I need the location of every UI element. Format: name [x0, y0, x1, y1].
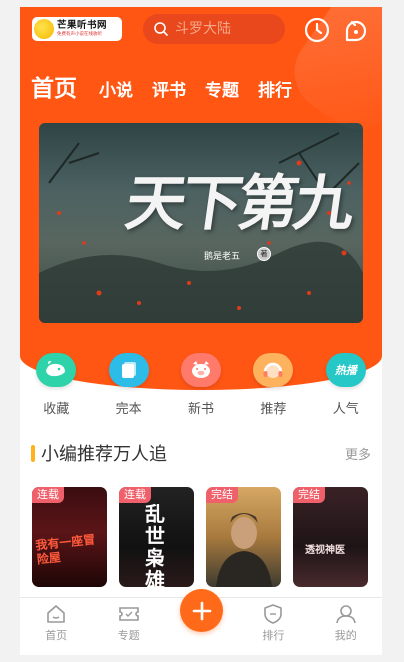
book-card[interactable]: 完结: [206, 487, 281, 587]
book-cover-title: 乱世枭雄: [145, 502, 165, 587]
banner-title: 天下第九: [121, 169, 356, 239]
category-recommended[interactable]: 推荐: [237, 353, 309, 417]
shield-icon: [264, 604, 283, 624]
book-cover-title: 透视神医: [305, 545, 345, 556]
portrait-figure: [216, 513, 272, 587]
user-icon: [335, 605, 356, 624]
add-button[interactable]: [180, 589, 223, 632]
tab-pingshu[interactable]: 评书: [152, 76, 186, 101]
plus-icon: [192, 601, 211, 620]
header-area: 芒果听书网 免费有声小说在线收听 首页 小说 评书 专题 排行: [20, 7, 382, 390]
logo-name: 芒果听书网: [57, 20, 108, 31]
app-screen: 芒果听书网 免费有声小说在线收听 首页 小说 评书 专题 排行: [20, 7, 382, 655]
category-label: 新书: [187, 402, 214, 417]
search-input[interactable]: [173, 20, 277, 38]
section-accent-bar: [31, 444, 35, 462]
logo-slogan: 免费有声小说在线收听: [57, 31, 102, 37]
tab-home[interactable]: 首页: [31, 69, 77, 103]
status-badge: 连载: [119, 487, 151, 503]
banner-author: 鹅是老五: [204, 252, 241, 262]
headphones-icon: [253, 353, 294, 387]
banner-carousel[interactable]: 天下第九 鹅是老五 著: [39, 123, 363, 323]
section-header: 小编推荐万人追 更多: [31, 441, 371, 465]
tab-novel[interactable]: 小说: [99, 76, 133, 101]
banner-stamp: 著: [257, 247, 271, 261]
nav-topics[interactable]: 专题: [92, 598, 164, 655]
nav-label: 首页: [45, 629, 68, 642]
status-badge: 完结: [293, 487, 325, 503]
nav-label: 专题: [117, 629, 140, 642]
nav-label: 排行: [262, 629, 285, 642]
mango-logo-icon: [34, 19, 54, 39]
book-list: 连载 我有一座冒险屋 连载 乱世枭雄 完结 完结 透视神医: [32, 487, 380, 587]
category-new-books[interactable]: 新书: [165, 353, 237, 417]
nav-ranking[interactable]: 排行: [237, 598, 309, 655]
category-popular[interactable]: 热播 人气: [310, 353, 382, 417]
status-badge: 连载: [32, 487, 64, 503]
book-card[interactable]: 连载 我有一座冒险屋: [32, 487, 107, 587]
cards-icon: [108, 353, 149, 387]
quick-categories: 收藏 完本 新书 推荐 热播 人气: [20, 353, 382, 417]
search-bar[interactable]: [143, 14, 285, 44]
nav-profile[interactable]: 我的: [310, 598, 382, 655]
tab-ranking[interactable]: 排行: [258, 76, 292, 101]
clock-icon[interactable]: [304, 17, 330, 43]
search-icon: [154, 22, 168, 36]
category-completed[interactable]: 完本: [92, 353, 164, 417]
logo[interactable]: 芒果听书网 免费有声小说在线收听: [32, 17, 122, 41]
category-tabs: 首页 小说 评书 专题 排行: [31, 69, 311, 103]
book-card[interactable]: 连载 乱世枭雄: [119, 487, 194, 587]
ticket-icon: [118, 607, 139, 621]
category-label: 推荐: [260, 402, 287, 417]
section-title: 小编推荐万人追: [41, 444, 167, 465]
category-label: 收藏: [43, 402, 70, 417]
hot-text-icon: 热播: [325, 353, 366, 387]
category-label: 人气: [332, 402, 359, 417]
nav-label: 我的: [334, 629, 357, 642]
more-link[interactable]: 更多: [345, 444, 371, 463]
book-card[interactable]: 完结 透视神医: [293, 487, 368, 587]
home-icon: [47, 605, 65, 623]
pig-icon: [180, 353, 221, 387]
book-cover-title: 我有一座冒险屋: [34, 532, 96, 567]
menu-bubble-icon[interactable]: [343, 17, 369, 43]
category-favorites[interactable]: 收藏: [20, 353, 92, 417]
whale-icon: [36, 353, 77, 387]
tab-topics[interactable]: 专题: [205, 76, 239, 101]
category-label: 完本: [115, 402, 142, 417]
nav-home[interactable]: 首页: [20, 598, 92, 655]
